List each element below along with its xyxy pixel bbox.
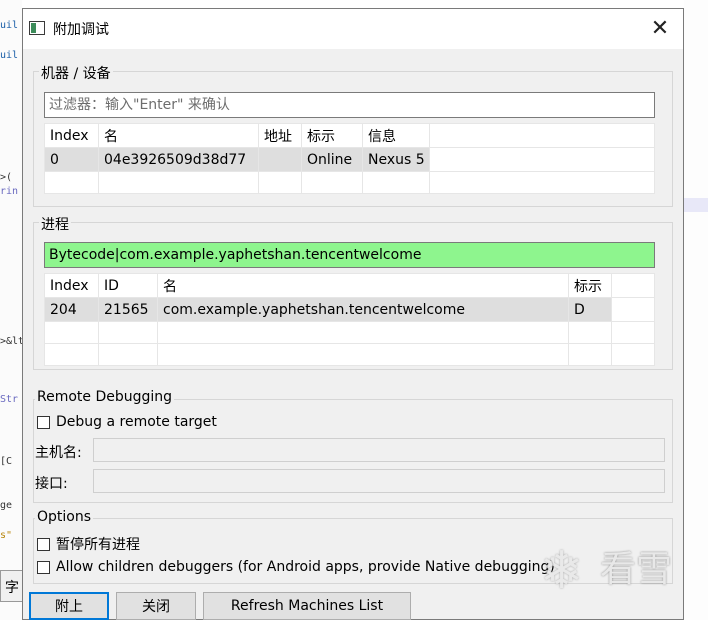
snowflake-icon: ❄	[540, 541, 584, 601]
remote-debugging-group-label: Remote Debugging	[35, 389, 175, 405]
remote-target-checkbox[interactable]	[37, 415, 50, 429]
machine-filter-input[interactable]	[44, 92, 655, 118]
remote-target-checkbox-label: Debug a remote target	[56, 414, 217, 430]
code-fragment: [C	[0, 456, 13, 467]
code-fragment: rin	[0, 186, 19, 197]
close-icon[interactable]: ✕	[645, 15, 675, 43]
code-fragment: ge	[0, 500, 13, 511]
window-title: 附加调试	[53, 22, 109, 38]
children-debuggers-checkbox-row[interactable]: Allow children debuggers (for Android ap…	[37, 559, 555, 575]
column-header-name[interactable]: 名	[157, 273, 569, 298]
background-line-highlight	[684, 198, 708, 212]
remote-target-checkbox-row[interactable]: Debug a remote target	[37, 414, 217, 430]
code-fragment: >(	[0, 172, 13, 183]
cell-address	[258, 147, 302, 172]
title-bar[interactable]: 附加调试 ✕	[23, 9, 683, 49]
column-header-index[interactable]: Index	[44, 123, 99, 148]
code-fragment: s"	[0, 530, 13, 541]
children-debuggers-checkbox[interactable]	[37, 560, 50, 574]
watermark: ❄ 看雪	[520, 540, 700, 602]
column-header-info[interactable]: 信息	[362, 123, 430, 148]
cell-name: com.example.yaphetshan.tencentwelcome	[157, 297, 569, 322]
machines-group-label: 机器 / 设备	[39, 63, 113, 83]
table-row-empty	[44, 343, 655, 366]
port-input[interactable]	[93, 469, 665, 493]
column-header-address[interactable]: 地址	[258, 123, 302, 148]
attach-debugger-dialog: 附加调试 ✕ 机器 / 设备 Index 名 地址 标示 信息 0 04e392…	[22, 8, 684, 620]
background-scroll-area	[684, 0, 708, 620]
background-tab-label: 字	[5, 580, 19, 596]
processes-table-header: Index ID 名 标示	[44, 273, 655, 298]
column-filler	[429, 123, 655, 148]
cell-filler	[611, 297, 655, 322]
pause-all-checkbox-label: 暂停所有进程	[56, 537, 140, 553]
pause-all-checkbox-row[interactable]: 暂停所有进程	[37, 534, 140, 554]
column-filler	[611, 273, 655, 298]
column-header-index[interactable]: Index	[44, 273, 99, 298]
processes-table[interactable]: Index ID 名 标示 204 21565 com.example.yaph…	[44, 273, 655, 366]
options-group-label: Options	[35, 509, 94, 525]
code-fragment: uil	[0, 50, 19, 61]
table-row[interactable]: 204 21565 com.example.yaphetshan.tencent…	[44, 297, 655, 322]
attach-button[interactable]: 附上	[29, 592, 109, 620]
host-label: 主机名:	[35, 445, 82, 461]
column-header-flag[interactable]: 标示	[568, 273, 612, 298]
cell-flag: Online	[301, 147, 363, 172]
cell-name: 04e3926509d38d77	[98, 147, 259, 172]
cell-id: 21565	[98, 297, 158, 322]
cell-index: 204	[44, 297, 99, 322]
refresh-machines-button[interactable]: Refresh Machines List	[203, 592, 411, 620]
cell-info: Nexus 5	[362, 147, 430, 172]
machines-table[interactable]: Index 名 地址 标示 信息 0 04e3926509d38d77 Onli…	[44, 123, 655, 194]
processes-group-label: 进程	[39, 214, 71, 234]
column-header-flag[interactable]: 标示	[301, 123, 363, 148]
cell-filler	[429, 147, 655, 172]
cell-index: 0	[44, 147, 99, 172]
close-button[interactable]: 关闭	[116, 592, 196, 620]
code-fragment: Str	[0, 394, 19, 405]
cell-flag: D	[568, 297, 612, 322]
watermark-text: 看雪	[600, 549, 673, 590]
code-fragment: uil	[0, 20, 19, 31]
process-filter-input[interactable]	[44, 242, 655, 268]
app-window-icon	[29, 21, 45, 35]
port-label: 接口:	[35, 476, 68, 492]
table-row-empty	[44, 171, 655, 194]
column-header-id[interactable]: ID	[98, 273, 158, 298]
background-ide-editor: uil uil >( rin >&lt;i Str [C ge s"	[0, 0, 36, 620]
table-row[interactable]: 0 04e3926509d38d77 Online Nexus 5	[44, 147, 655, 172]
host-input[interactable]	[93, 438, 665, 462]
pause-all-checkbox[interactable]	[37, 537, 50, 551]
children-debuggers-checkbox-label: Allow children debuggers (for Android ap…	[56, 559, 555, 575]
table-row-empty	[44, 321, 655, 344]
background-tab[interactable]: 字	[0, 570, 24, 602]
column-header-name[interactable]: 名	[98, 123, 259, 148]
machines-table-header: Index 名 地址 标示 信息	[44, 123, 655, 148]
